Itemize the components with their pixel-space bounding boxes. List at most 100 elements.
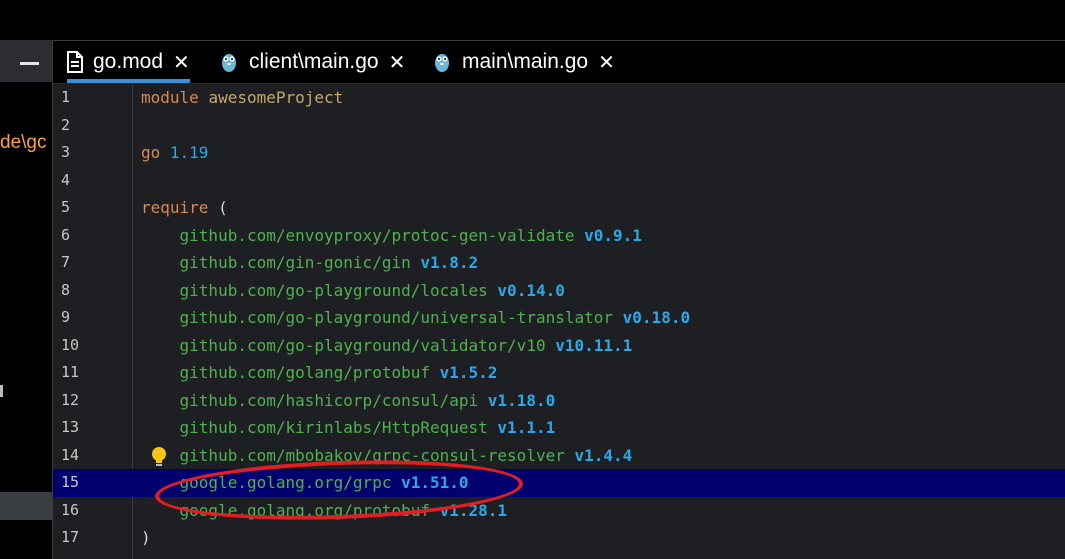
code-token: v1.4.4 xyxy=(574,445,633,465)
line-number[interactable]: 8 xyxy=(61,277,101,305)
code-token: github.com/golang/protobuf xyxy=(179,363,430,382)
code-token: github.com/envoyproxy/protoc-gen-validat… xyxy=(179,225,575,245)
code-line[interactable]: 17) xyxy=(53,524,1065,552)
left-panel: de\gc xyxy=(0,40,52,558)
line-number[interactable]: 15 xyxy=(61,469,101,497)
code-token: github.com/go-playground/universal-trans… xyxy=(179,308,614,327)
code-line[interactable]: 5 require ( xyxy=(53,194,1065,222)
code-token: github.com/hashicorp/consul/api xyxy=(179,390,479,410)
code-token: v1.18.0 xyxy=(487,390,556,410)
line-code[interactable]: github.com/go-playground/universal-trans… xyxy=(141,304,691,332)
line-number[interactable]: 12 xyxy=(61,387,101,415)
line-code[interactable]: ) xyxy=(141,524,151,552)
gopher-icon xyxy=(435,54,449,72)
lightbulb-icon[interactable] xyxy=(149,445,169,469)
line-number[interactable]: 16 xyxy=(61,497,101,525)
minimize-button[interactable] xyxy=(0,40,52,82)
line-number[interactable]: 3 xyxy=(61,139,101,167)
code-token: v1.8.2 xyxy=(420,253,479,272)
tab-client-main-go[interactable]: client\main.go ✕ xyxy=(221,41,405,83)
line-number[interactable]: 5 xyxy=(61,194,101,222)
file-icon xyxy=(67,51,83,73)
code-token: module xyxy=(141,88,199,107)
code-line[interactable]: 1 module awesomeProject xyxy=(53,84,1065,112)
line-code[interactable]: github.com/golang/protobuf v1.5.2 xyxy=(141,359,498,387)
selected-tree-item[interactable] xyxy=(0,492,52,520)
code-token: github.com/kirinlabs/HttpRequest xyxy=(179,418,488,437)
code-line[interactable]: 2 xyxy=(53,112,1065,140)
code-line[interactable]: 12 github.com/hashicorp/consul/api v1.18… xyxy=(53,387,1065,415)
line-code[interactable]: github.com/go-playground/validator/v10 v… xyxy=(141,332,633,360)
line-number[interactable]: 6 xyxy=(61,222,101,250)
code-token: v0.9.1 xyxy=(584,225,642,245)
line-number[interactable]: 14 xyxy=(61,442,101,470)
code-line[interactable]: 13 github.com/kirinlabs/HttpRequest v1.1… xyxy=(53,414,1065,442)
code-token: v1.5.2 xyxy=(439,363,498,382)
code-token: ( xyxy=(208,198,228,217)
line-number[interactable]: 10 xyxy=(61,332,101,360)
tab-label: client\main.go xyxy=(249,50,379,73)
line-number[interactable]: 4 xyxy=(61,167,101,195)
code-token: v0.18.0 xyxy=(622,308,691,327)
tab-label: go.mod xyxy=(93,50,164,73)
line-code[interactable]: github.com/hashicorp/consul/api v1.18.0 xyxy=(141,387,556,415)
project-path-fragment: de\gc xyxy=(0,132,47,153)
line-number[interactable]: 17 xyxy=(61,524,101,552)
code-line[interactable]: 14 github.com/mbobakov/grpc-consul-resol… xyxy=(53,442,1065,470)
minimize-icon xyxy=(20,62,39,65)
tab-label: main\main.go xyxy=(462,50,589,73)
line-code[interactable]: github.com/kirinlabs/HttpRequest v1.1.1 xyxy=(141,414,556,442)
code-line[interactable]: 8 github.com/go-playground/locales v0.14… xyxy=(53,277,1065,305)
editor-pane: go.mod ✕ client\main.go ✕ main\main.go ✕ xyxy=(52,40,1065,559)
line-code[interactable]: github.com/envoyproxy/protoc-gen-validat… xyxy=(141,222,642,250)
code-token: awesomeProject xyxy=(208,88,344,107)
line-number[interactable]: 2 xyxy=(61,112,101,140)
code-token: v10.11.1 xyxy=(555,335,633,355)
line-code[interactable]: github.com/go-playground/locales v0.14.0 xyxy=(141,277,565,305)
tab-main-main-go[interactable]: main\main.go ✕ xyxy=(434,41,615,83)
tab-go-mod[interactable]: go.mod ✕ xyxy=(67,41,190,83)
line-number[interactable]: 11 xyxy=(61,359,101,387)
line-number[interactable]: 1 xyxy=(61,84,101,112)
line-number[interactable]: 7 xyxy=(61,249,101,277)
close-icon[interactable]: ✕ xyxy=(173,50,190,75)
code-token: ) xyxy=(141,528,151,547)
gopher-icon xyxy=(222,54,236,72)
code-token: go xyxy=(141,143,161,162)
panel-marker xyxy=(0,385,3,397)
code-line[interactable]: 7 github.com/gin-gonic/gin v1.8.2 xyxy=(53,249,1065,277)
code-token: 1.19 xyxy=(169,143,209,162)
line-number[interactable]: 9 xyxy=(61,304,101,332)
code-line[interactable]: 4 xyxy=(53,167,1065,195)
line-code[interactable]: require ( xyxy=(141,194,228,222)
line-code[interactable]: github.com/gin-gonic/gin v1.8.2 xyxy=(141,249,479,277)
line-code[interactable]: go 1.19 xyxy=(141,139,208,167)
close-icon[interactable]: ✕ xyxy=(389,50,406,75)
close-icon[interactable]: ✕ xyxy=(598,50,615,75)
code-token: v1.1.1 xyxy=(497,418,556,437)
code-line[interactable]: 9 github.com/go-playground/universal-tra… xyxy=(53,304,1065,332)
code-line[interactable]: 3 go 1.19 xyxy=(53,139,1065,167)
code-line[interactable]: 11 github.com/golang/protobuf v1.5.2 xyxy=(53,359,1065,387)
code-token: github.com/go-playground/validator/v10 xyxy=(179,335,546,355)
line-code[interactable]: module awesomeProject xyxy=(141,84,343,112)
code-line[interactable]: 6 github.com/envoyproxy/protoc-gen-valid… xyxy=(53,222,1065,250)
tab-bar: go.mod ✕ client\main.go ✕ main\main.go ✕ xyxy=(53,41,1065,84)
code-line[interactable]: 10 github.com/go-playground/validator/v1… xyxy=(53,332,1065,360)
code-token: require xyxy=(141,198,209,217)
line-number[interactable]: 13 xyxy=(61,414,101,442)
